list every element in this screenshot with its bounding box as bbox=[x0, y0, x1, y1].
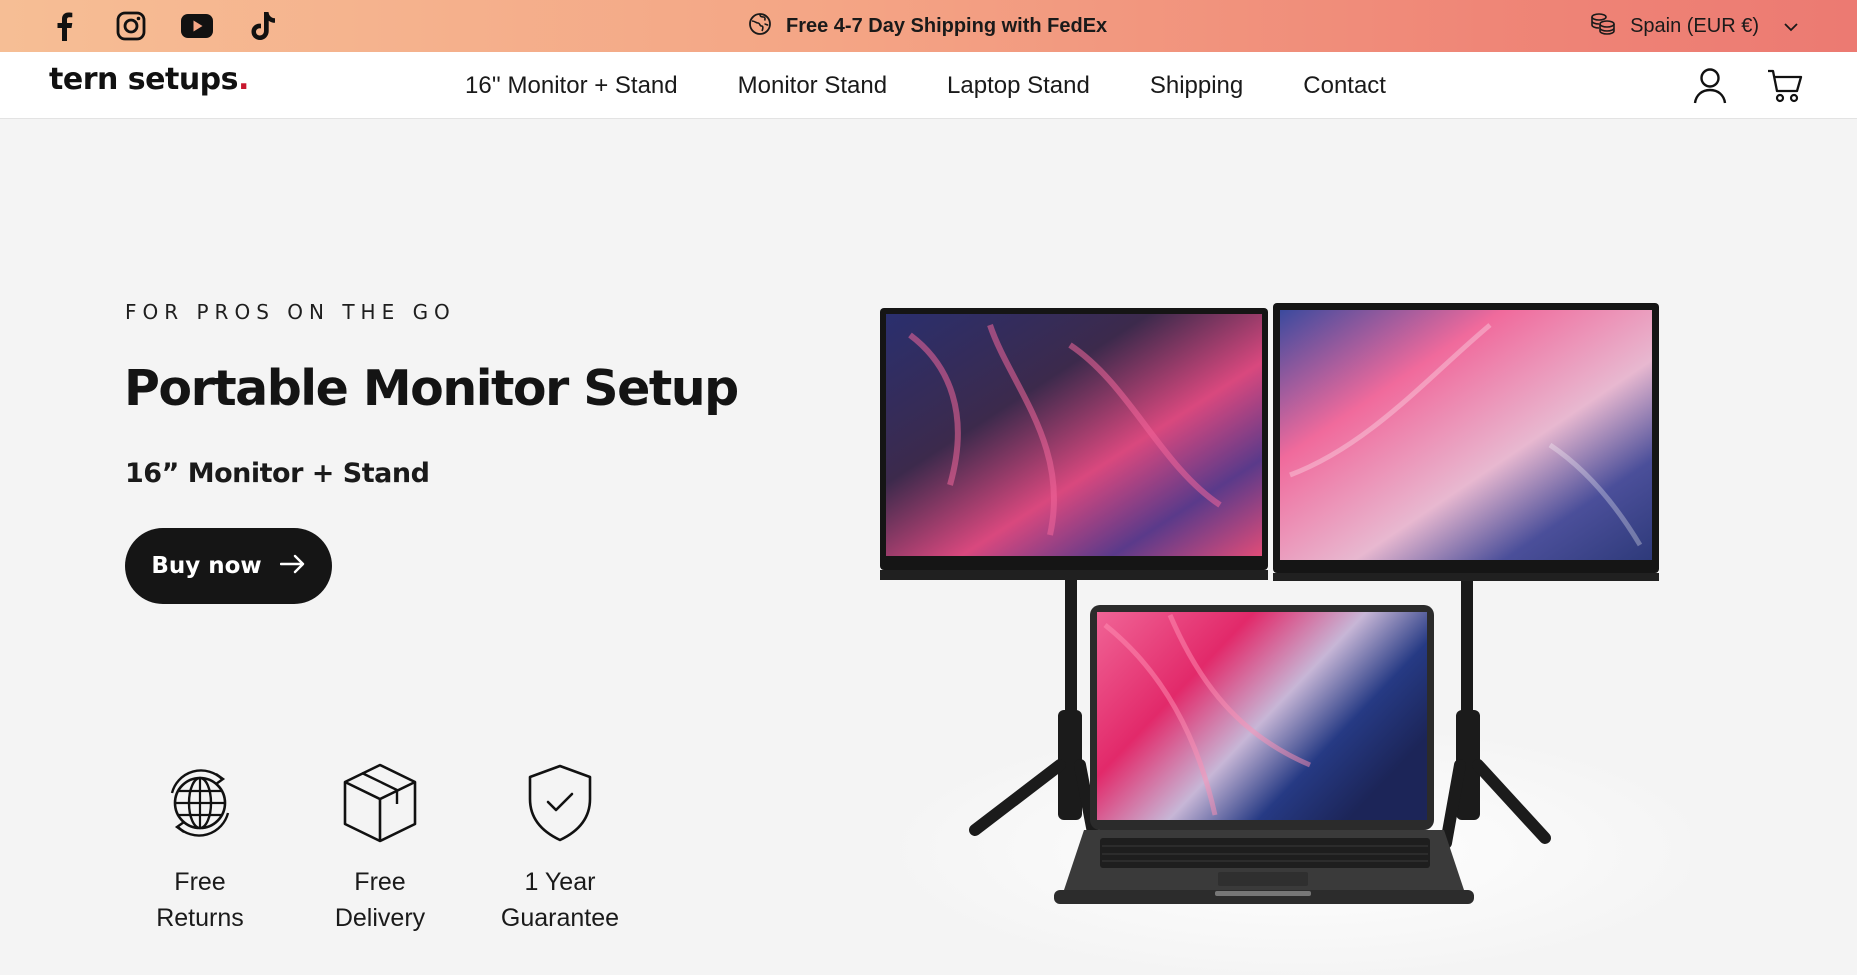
feature-guarantee: 1 Year Guarantee bbox=[485, 760, 635, 936]
cart-icon[interactable] bbox=[1765, 66, 1805, 106]
tiktok-icon[interactable] bbox=[244, 6, 284, 46]
youtube-icon[interactable] bbox=[177, 6, 217, 46]
shield-check-icon bbox=[485, 760, 635, 846]
shipping-announcement[interactable]: Free 4-7 Day Shipping with FedEx bbox=[748, 0, 1107, 52]
main-nav: 16'' Monitor + Stand Monitor Stand Lapto… bbox=[465, 52, 1446, 119]
feature-returns: Free Returns bbox=[125, 760, 275, 936]
logo-text: tern setups bbox=[49, 62, 239, 97]
nav-contact[interactable]: Contact bbox=[1303, 72, 1386, 100]
nav-laptop-stand[interactable]: Laptop Stand bbox=[947, 72, 1090, 100]
feature-delivery: Free Delivery bbox=[305, 760, 455, 936]
instagram-icon[interactable] bbox=[111, 6, 151, 46]
nav-shipping[interactable]: Shipping bbox=[1150, 72, 1243, 100]
announcement-bar: Free 4-7 Day Shipping with FedEx Spain (… bbox=[0, 0, 1857, 52]
package-icon bbox=[305, 760, 455, 846]
hero-eyebrow: FOR PROS ON THE GO bbox=[125, 300, 456, 324]
logo[interactable]: tern setups. bbox=[49, 62, 249, 97]
globe-returns-icon bbox=[125, 760, 275, 846]
locale-label: Spain (EUR €) bbox=[1630, 14, 1759, 37]
coins-icon bbox=[1590, 12, 1616, 40]
site-header: tern setups. 16'' Monitor + Stand Monito… bbox=[0, 52, 1857, 119]
feature-label: Free Delivery bbox=[334, 868, 426, 932]
feature-label: 1 Year Guarantee bbox=[500, 868, 620, 932]
user-icon[interactable] bbox=[1690, 66, 1730, 106]
locale-selector[interactable]: Spain (EUR €) bbox=[1590, 0, 1799, 52]
hero-subtitle: 16” Monitor + Stand bbox=[125, 458, 430, 489]
nav-monitor-plus-stand[interactable]: 16'' Monitor + Stand bbox=[465, 72, 678, 100]
buy-now-button[interactable]: Buy now bbox=[125, 528, 332, 604]
feature-label: Free Returns bbox=[156, 868, 244, 932]
announcement-text: Free 4-7 Day Shipping with FedEx bbox=[786, 14, 1108, 37]
hero-product-image bbox=[870, 295, 1720, 975]
buy-now-label: Buy now bbox=[151, 553, 262, 579]
nav-monitor-stand[interactable]: Monitor Stand bbox=[738, 72, 887, 100]
facebook-icon[interactable] bbox=[44, 6, 84, 46]
logo-dot: . bbox=[238, 62, 249, 97]
hero-title: Portable Monitor Setup bbox=[124, 360, 739, 417]
chevron-down-icon bbox=[1783, 17, 1799, 36]
globe-shipping-icon bbox=[748, 12, 772, 40]
arrow-right-icon bbox=[279, 554, 306, 578]
